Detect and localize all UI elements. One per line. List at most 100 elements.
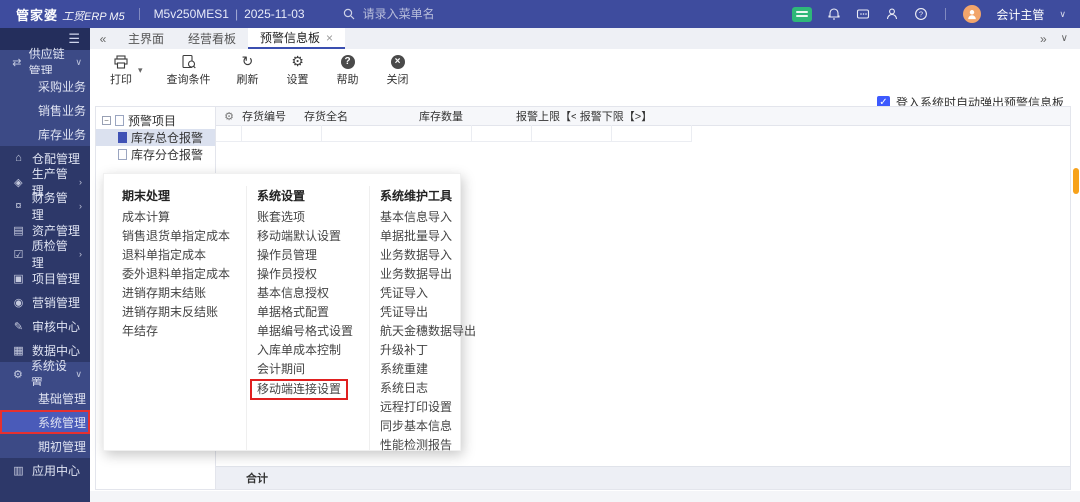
tab-main[interactable]: 主界面 bbox=[116, 28, 176, 49]
menu-item[interactable]: 进销存期末结账 bbox=[122, 284, 234, 303]
collapse-icon[interactable]: − bbox=[102, 116, 111, 125]
menu-item[interactable]: 航天金穗数据导出 bbox=[380, 322, 484, 341]
search-input[interactable] bbox=[361, 6, 475, 22]
tree-item-label: 库存总仓报警 bbox=[131, 129, 203, 146]
scrollbar-thumb[interactable] bbox=[1073, 168, 1079, 194]
header-actions: ? 会计主管 ∨ bbox=[792, 5, 1080, 23]
refresh-button[interactable]: ↻ 刷新 bbox=[235, 54, 261, 87]
sidebar-item-label: 数据中心 bbox=[32, 342, 80, 359]
apps-icon: ▥ bbox=[11, 464, 26, 477]
print-button[interactable]: 打印 bbox=[108, 54, 134, 87]
user-role-label[interactable]: 会计主管 bbox=[996, 6, 1044, 23]
menu-item-mobile-connection-settings[interactable]: 移动端连接设置 bbox=[250, 379, 348, 400]
menu-item[interactable]: 凭证导出 bbox=[380, 303, 484, 322]
sidebar-item-supply-chain[interactable]: ⇄供应链管理∨ bbox=[0, 50, 90, 74]
sidebar-item-sales[interactable]: 销售业务 bbox=[0, 98, 90, 122]
close-button[interactable]: × 关闭 bbox=[385, 54, 411, 87]
tab-bar-actions: » ∨ bbox=[1040, 28, 1080, 49]
print-dropdown-icon[interactable]: ▾ bbox=[138, 65, 143, 76]
tab-alert-board[interactable]: 预警信息板 × bbox=[248, 28, 345, 49]
menu-item[interactable]: 年结存 bbox=[122, 322, 234, 341]
sidebar-item-app-center[interactable]: ▥ 应用中心 bbox=[0, 458, 90, 482]
tree-item-sub-warehouse-alert[interactable]: 库存分仓报警 bbox=[96, 146, 215, 163]
scroll-tabs-left-button[interactable]: « bbox=[90, 28, 116, 49]
menu-item[interactable]: 退料单指定成本 bbox=[122, 246, 234, 265]
column-header: 报警下限【>】 bbox=[576, 108, 656, 124]
query-conditions-button[interactable]: 查询条件 bbox=[167, 54, 211, 87]
svg-text:?: ? bbox=[919, 10, 923, 19]
document-icon bbox=[115, 115, 124, 126]
tab-list-dropdown-icon[interactable]: ∨ bbox=[1061, 33, 1068, 44]
menu-item[interactable]: 操作员管理 bbox=[257, 246, 357, 265]
help-icon[interactable]: ? bbox=[914, 7, 928, 21]
menu-item[interactable]: 系统日志 bbox=[380, 379, 484, 398]
close-tab-icon[interactable]: × bbox=[326, 31, 333, 45]
menu-item[interactable]: 升级补丁 bbox=[380, 341, 484, 360]
menu-item[interactable]: 成本计算 bbox=[122, 208, 234, 227]
audit-icon: ✎ bbox=[11, 320, 26, 333]
menu-item[interactable]: 基本信息导入 bbox=[380, 208, 484, 227]
chevron-down-icon[interactable]: ∨ bbox=[1059, 9, 1066, 20]
help-circle-icon: ? bbox=[341, 54, 355, 70]
sidebar-item-system-settings[interactable]: ⚙系统设置∨ bbox=[0, 362, 90, 386]
help-button[interactable]: ? 帮助 bbox=[335, 54, 361, 87]
notification-icon[interactable] bbox=[827, 7, 841, 21]
settings-button[interactable]: ⚙ 设置 bbox=[285, 54, 311, 87]
menu-section-title: 期末处理 bbox=[122, 186, 234, 206]
app-badge-icon[interactable] bbox=[792, 7, 812, 22]
menu-item[interactable]: 委外退料单指定成本 bbox=[122, 265, 234, 284]
menu-item[interactable]: 性能检测报告 bbox=[380, 436, 484, 455]
tab-label: 预警信息板 bbox=[260, 29, 320, 46]
menu-item[interactable]: 系统重建 bbox=[380, 360, 484, 379]
menu-item[interactable]: 账套选项 bbox=[257, 208, 357, 227]
production-icon: ◈ bbox=[11, 176, 26, 189]
avatar[interactable] bbox=[963, 5, 981, 23]
main-content: ✓ 登入系统时自动弹出预警信息板 − 预警项目 库存总仓报警 库存分仓报警 bbox=[90, 91, 1080, 502]
menu-item[interactable]: 入库单成本控制 bbox=[257, 341, 357, 360]
sidebar-item-label: 基础管理 bbox=[38, 390, 86, 407]
document-icon bbox=[118, 132, 127, 143]
menu-item[interactable]: 凭证导入 bbox=[380, 284, 484, 303]
sidebar-item-purchase[interactable]: 采购业务 bbox=[0, 74, 90, 98]
menu-columns: 期末处理成本计算销售退货单指定成本退料单指定成本委外退料单指定成本进销存期末结账… bbox=[122, 186, 506, 450]
sidebar-item-quality[interactable]: ☑质检管理› bbox=[0, 242, 90, 266]
refresh-icon: ↻ bbox=[242, 54, 254, 70]
sidebar-item-project[interactable]: ▣项目管理 bbox=[0, 266, 90, 290]
app-logo: 管家婆 工贸ERP M5 bbox=[0, 5, 125, 24]
menu-item[interactable]: 移动端默认设置 bbox=[257, 227, 357, 246]
menu-item[interactable]: 远程打印设置 bbox=[380, 398, 484, 417]
workspace-name: M5v250MES1 bbox=[154, 7, 229, 21]
tree-item-total-warehouse-alert[interactable]: 库存总仓报警 bbox=[96, 129, 215, 146]
sidebar-item-initial-management[interactable]: 期初管理 bbox=[0, 434, 90, 458]
menu-item[interactable]: 操作员授权 bbox=[257, 265, 357, 284]
menu-item[interactable]: 业务数据导入 bbox=[380, 246, 484, 265]
tree-root-alert-items[interactable]: − 预警项目 bbox=[96, 112, 215, 129]
sidebar-item-label: 应用中心 bbox=[32, 462, 80, 479]
menu-item[interactable]: 单据批量导入 bbox=[380, 227, 484, 246]
menu-item[interactable]: 销售退货单指定成本 bbox=[122, 227, 234, 246]
sidebar-item-label: 营销管理 bbox=[32, 294, 80, 311]
sidebar-item-basic-management[interactable]: 基础管理 bbox=[0, 386, 90, 410]
more-tabs-icon[interactable]: » bbox=[1040, 32, 1047, 46]
menu-item[interactable]: 业务数据导出 bbox=[380, 265, 484, 284]
tab-dashboard[interactable]: 经营看板 bbox=[176, 28, 248, 49]
sidebar-item-inventory[interactable]: 库存业务 bbox=[0, 122, 90, 146]
menu-item[interactable]: 单据格式配置 bbox=[257, 303, 357, 322]
column-settings-icon[interactable]: ⚙ bbox=[216, 110, 242, 123]
menu-item[interactable]: 单据编号格式设置 bbox=[257, 322, 357, 341]
user-icon[interactable] bbox=[885, 7, 899, 21]
alert-panel: − 预警项目 库存总仓报警 库存分仓报警 ⚙ 存货编号存货全名库存数量报警上限【… bbox=[95, 106, 1071, 490]
sidebar-item-label: 审核中心 bbox=[32, 318, 80, 335]
sidebar-item-audit[interactable]: ✎ 审核中心 bbox=[0, 314, 90, 338]
menu-item[interactable]: 基本信息授权 bbox=[257, 284, 357, 303]
sidebar-item-finance[interactable]: ¤财务管理› bbox=[0, 194, 90, 218]
top-header: 管家婆 工贸ERP M5 M5v250MES1 | 2025-11-03 bbox=[0, 0, 1080, 28]
sidebar-item-marketing[interactable]: ◉营销管理 bbox=[0, 290, 90, 314]
message-icon[interactable] bbox=[856, 7, 870, 21]
sidebar-item-system-management[interactable]: 系统管理 bbox=[0, 410, 90, 434]
menu-item[interactable]: 会计期间 bbox=[257, 360, 357, 379]
supply-chain-icon: ⇄ bbox=[11, 56, 23, 69]
menu-item[interactable]: 同步基本信息 bbox=[380, 417, 484, 436]
menu-item[interactable]: 进销存期末反结账 bbox=[122, 303, 234, 322]
tab-label: 主界面 bbox=[128, 30, 164, 47]
